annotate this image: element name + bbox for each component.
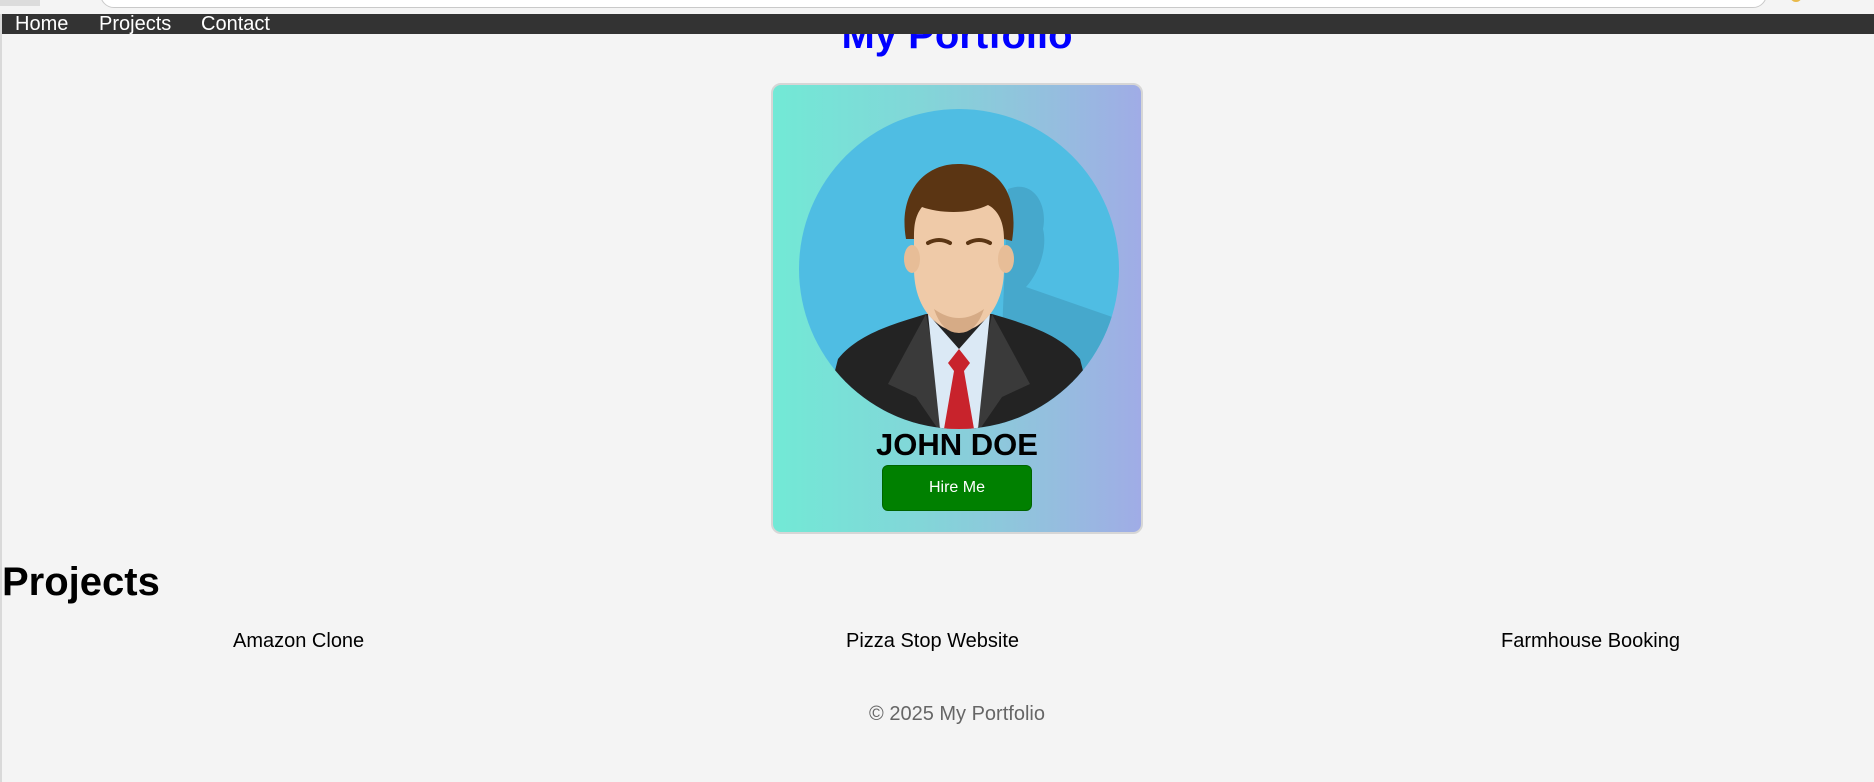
nav-link-projects[interactable]: Projects [99,14,171,34]
extension-icon[interactable] [1790,0,1802,2]
project-item-farmhouse-booking[interactable]: Farmhouse Booking [1501,629,1680,653]
nav-link-home[interactable]: Home [15,14,68,34]
browser-tab-edge[interactable] [0,0,40,6]
nav-link-contact[interactable]: Contact [201,14,270,34]
profile-name: JOHN DOE [876,427,1038,462]
window-border [0,14,2,782]
projects-heading: Projects [2,560,160,604]
top-navbar: Home Projects Contact [2,14,1874,34]
project-item-amazon-clone[interactable]: Amazon Clone [233,629,364,653]
hire-me-button[interactable]: Hire Me [882,465,1032,511]
profile-avatar-image [799,109,1119,429]
address-bar[interactable] [100,0,1767,8]
project-item-pizza-stop[interactable]: Pizza Stop Website [846,629,1019,653]
footer-copyright: © 2025 My Portfolio [869,703,1045,725]
profile-card: JOHN DOE Hire Me [771,83,1143,534]
